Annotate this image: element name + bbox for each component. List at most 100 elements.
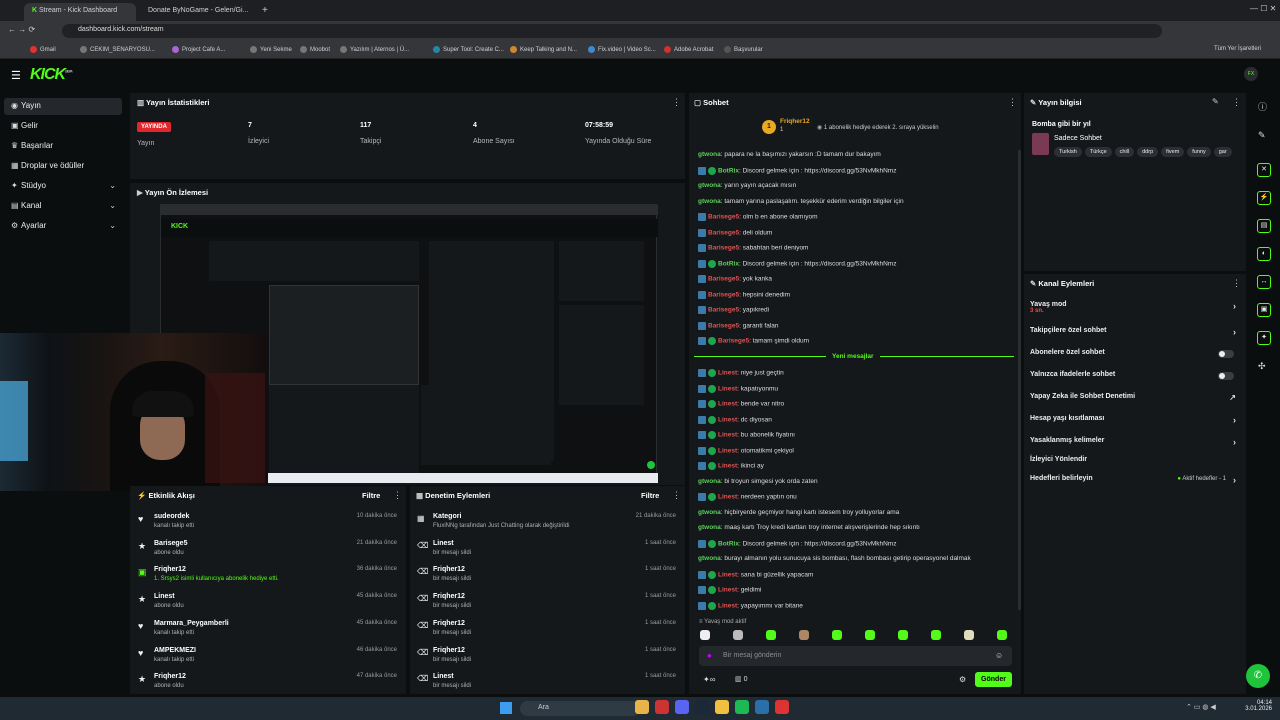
emote-icon[interactable]	[865, 630, 875, 640]
chat-username[interactable]: Linest	[718, 463, 737, 470]
activity-name[interactable]: Friqher12	[154, 566, 186, 573]
window-controls[interactable]: — ☐ ✕	[1250, 4, 1276, 13]
menu-icon[interactable]: ☰	[11, 69, 21, 82]
moderation-name[interactable]: Friqher12	[433, 566, 465, 573]
chat-username[interactable]: gtwona	[698, 182, 721, 189]
nav-gelir[interactable]: ▣ Gelir	[4, 118, 122, 135]
tray-icons[interactable]: ⌃ ▭ ◍ ◀	[1186, 703, 1216, 711]
chat-username[interactable]: Linest	[718, 587, 737, 594]
spotify-icon[interactable]	[735, 700, 749, 714]
chat-username[interactable]: Linest	[718, 385, 737, 392]
bookmark-item[interactable]: Yazılım | Aternos | Ü...	[340, 46, 409, 53]
nav-kanal[interactable]: ▤ Kanal ⌄	[4, 198, 122, 215]
sidebar-tool-icon[interactable]: ✦	[1257, 331, 1271, 345]
kick-logo[interactable]: KICKBETA	[30, 66, 73, 84]
emote-icon[interactable]	[964, 630, 974, 640]
obs-icon[interactable]	[775, 700, 789, 714]
moderation-filter-button[interactable]: Filtre	[641, 491, 659, 500]
emote-icon[interactable]	[799, 630, 809, 640]
activity-name[interactable]: AMPEKMEZI	[154, 647, 196, 654]
bookmark-item[interactable]: Project Cafe A...	[172, 46, 225, 53]
bookmark-item[interactable]: Gmail	[30, 46, 56, 53]
channel-action-1[interactable]: Takipçilere özel sohbet ›	[1030, 327, 1240, 341]
help-chat-icon[interactable]: ✆	[1246, 664, 1270, 688]
sidebar-tool-icon[interactable]: ◐	[1257, 247, 1271, 261]
emoji-icon[interactable]: ☺	[995, 651, 1003, 660]
channel-actions-menu-icon[interactable]: ⋮	[1232, 278, 1241, 289]
pinned-user[interactable]: Friqher12	[780, 118, 810, 125]
stats-menu-icon[interactable]: ⋮	[672, 97, 681, 108]
more-icon[interactable]: ✣	[1258, 361, 1266, 372]
bookmark-item[interactable]: Moobot	[300, 46, 330, 53]
nav-yayin[interactable]: ◉ Yayın	[4, 98, 122, 115]
tab-donate[interactable]: Donate ByNoGame - Gelen/Gi...	[140, 3, 252, 21]
channel-action-2[interactable]: Abonelere özel sohbet	[1030, 349, 1240, 363]
sidebar-tool-icon[interactable]: ✕	[1257, 163, 1271, 177]
emote-icon[interactable]	[997, 630, 1007, 640]
chat-username[interactable]: gtwona	[698, 509, 721, 516]
chat-username[interactable]: Linest	[718, 602, 737, 609]
info-icon[interactable]: ⓘ	[1258, 100, 1267, 113]
info-menu-icon[interactable]: ⋮	[1232, 97, 1241, 108]
chat-menu-icon[interactable]: ⋮	[1008, 97, 1017, 108]
new-tab-button[interactable]: +	[262, 5, 268, 16]
tag-chip[interactable]: chill	[1114, 147, 1135, 157]
channel-action-3[interactable]: Yalnızca ifadelerle sohbet	[1030, 371, 1240, 385]
bookmark-item[interactable]: Keep Talking and N...	[510, 46, 577, 53]
chat-username[interactable]: gtwona	[698, 478, 721, 485]
toggle-switch[interactable]	[1218, 372, 1234, 380]
sidebar-tool-icon[interactable]: ▤	[1257, 219, 1271, 233]
nav-buttons-icon[interactable]: ← → ⟳	[8, 25, 35, 34]
tag-chip[interactable]: funny	[1187, 147, 1211, 157]
channel-action-0[interactable]: Yavaş mod 3 sn. ›	[1030, 301, 1240, 315]
chat-input[interactable]: ● Bir mesaj gönderin ☺	[699, 646, 1012, 666]
emote-icon[interactable]	[700, 630, 710, 640]
chat-username[interactable]: gtwona	[698, 151, 721, 158]
nav-basarilar[interactable]: ♛ Başarılar	[4, 138, 122, 155]
bookmark-item[interactable]: Adobe Acrobat	[664, 46, 713, 53]
avatar[interactable]: FX	[1244, 67, 1258, 81]
send-button[interactable]: Gönder	[975, 672, 1012, 687]
taskbar-app-icon[interactable]	[755, 700, 769, 714]
chat-username[interactable]: Barisege5	[708, 214, 739, 221]
bookmark-item[interactable]: Fix.video | Video Sc...	[588, 46, 656, 53]
emote-icon[interactable]	[733, 630, 743, 640]
pen-icon[interactable]: ✎	[1258, 130, 1266, 141]
folder-icon[interactable]	[715, 700, 729, 714]
chat-username[interactable]: gtwona	[698, 198, 721, 205]
chat-username[interactable]: Linest	[718, 432, 737, 439]
moderation-name[interactable]: Linest	[433, 673, 454, 680]
chat-username[interactable]: Barisege5	[708, 276, 739, 283]
external-link-icon[interactable]: ↗	[1229, 393, 1236, 402]
emote-icon[interactable]	[832, 630, 842, 640]
emote-icon[interactable]	[898, 630, 908, 640]
channel-action-7[interactable]: İzleyici Yönlendir	[1030, 456, 1240, 470]
nav-droplar[interactable]: ▦ Droplar ve ödüller	[4, 158, 122, 175]
chat-settings-icon[interactable]: ⚙	[959, 675, 966, 684]
chat-username[interactable]: Barisege5	[708, 245, 739, 252]
activity-name[interactable]: sudeordek	[154, 513, 189, 520]
bookmark-item[interactable]: Başvurular	[724, 46, 763, 53]
moderation-name[interactable]: Friqher12	[433, 593, 465, 600]
toggle-switch[interactable]	[1218, 350, 1234, 358]
edit-icon[interactable]: ✎	[1212, 97, 1219, 106]
activity-menu-icon[interactable]: ⋮	[393, 490, 402, 501]
sidebar-tool-icon[interactable]: ↔	[1257, 275, 1271, 289]
channel-action-8[interactable]: Hedefleri belirleyin ● Aktif hedefler - 1…	[1030, 475, 1240, 489]
channel-points-icon[interactable]: ✦∞	[703, 675, 715, 684]
mic-icon[interactable]: ●	[707, 651, 712, 660]
gift-prompt[interactable]: ◉ 1 abonelik hediye ederek 2. sıraya yük…	[817, 124, 939, 131]
url-input[interactable]: dashboard.kick.com/stream	[62, 24, 1162, 38]
tag-chip[interactable]: Turkish	[1054, 147, 1082, 157]
bookmark-item[interactable]: Super Tool: Create C...	[433, 46, 504, 53]
bookmark-item[interactable]: Yeni Sekme	[250, 46, 292, 53]
chat-username[interactable]: gtwona	[698, 524, 721, 531]
taskbar-search[interactable]: Ara	[520, 701, 640, 716]
chat-username[interactable]: Barisege5	[718, 338, 749, 345]
chat-username[interactable]: Barisege5	[708, 307, 739, 314]
activity-name[interactable]: Marmara_Peygamberli	[154, 620, 229, 627]
activity-name[interactable]: Linest	[154, 593, 175, 600]
moderation-name[interactable]: Kategori	[433, 513, 461, 520]
chat-username[interactable]: Linest	[718, 494, 737, 501]
chat-username[interactable]: BotRix	[718, 167, 739, 174]
